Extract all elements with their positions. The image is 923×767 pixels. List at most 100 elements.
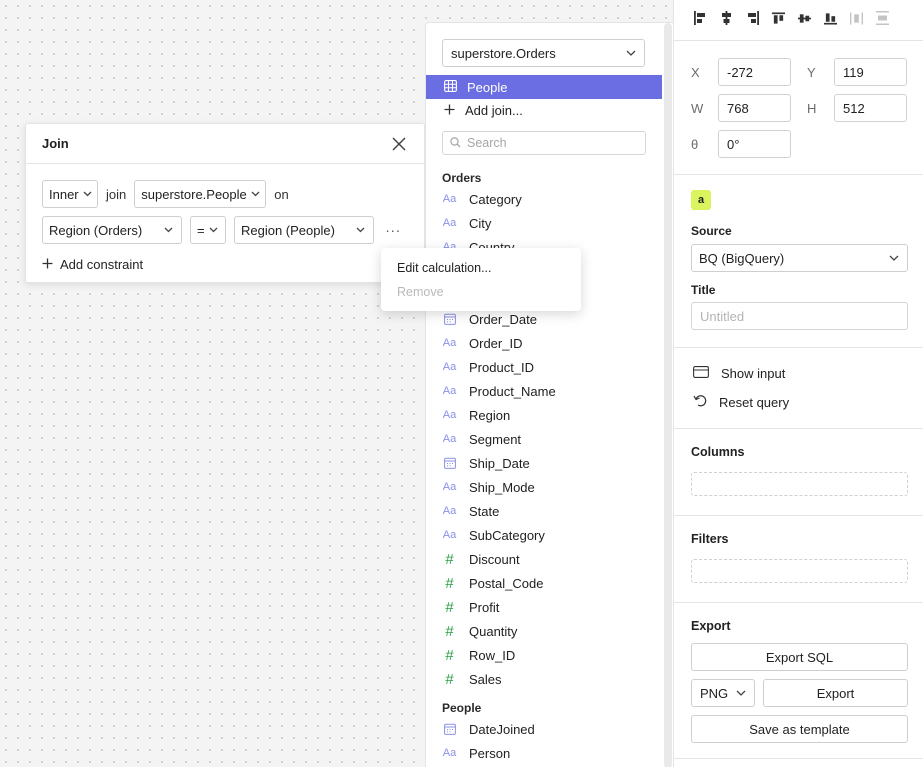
align-left-icon[interactable] (694, 10, 707, 26)
operator-value: = (197, 222, 205, 238)
export-sql-button[interactable]: Export SQL (691, 643, 908, 671)
text-type-icon: Aa (442, 433, 457, 445)
columns-drop-zone[interactable] (691, 472, 908, 496)
filters-drop-zone[interactable] (691, 559, 908, 583)
filters-title: Filters (691, 532, 729, 546)
divider (674, 515, 923, 516)
on-word: on (274, 186, 289, 202)
field-item[interactable]: # Profit (442, 595, 499, 619)
title-input[interactable]: Untitled (691, 302, 908, 330)
field-item[interactable]: Aa State (442, 499, 500, 523)
field-item[interactable]: Aa Person (442, 741, 510, 765)
chevron-down-icon (355, 225, 365, 235)
field-item[interactable]: DateJoined (442, 717, 535, 741)
table-select[interactable]: superstore.Orders (442, 39, 645, 67)
field-item[interactable]: # Discount (442, 547, 519, 571)
export-button[interactable]: Export (763, 679, 908, 707)
left-field-value: Region (Orders) (49, 222, 143, 238)
x-input[interactable]: -272 (718, 58, 791, 86)
field-item[interactable]: Aa City (442, 211, 492, 235)
add-join-button[interactable]: Add join... (444, 103, 523, 118)
rotation-label: θ (691, 137, 699, 152)
right-field-select[interactable]: Region (People) (234, 216, 374, 244)
chevron-down-icon (83, 189, 92, 199)
field-item[interactable]: Aa Segment (442, 427, 521, 451)
field-item[interactable]: Ship_Date (442, 451, 530, 475)
title-label: Title (691, 283, 716, 297)
field-name: State (469, 503, 500, 519)
add-constraint-label: Add constraint (60, 257, 144, 272)
field-name: Product_Name (469, 383, 556, 399)
join-type-row: Inner join superstore.People on (42, 180, 289, 208)
align-middle-vertical-icon[interactable] (798, 10, 811, 26)
field-item[interactable]: Aa Ship_Mode (442, 475, 535, 499)
field-name: Product_ID (469, 359, 535, 375)
join-type-select[interactable]: Inner (42, 180, 98, 208)
format-value: PNG (700, 685, 729, 701)
field-item[interactable]: # Postal_Code (442, 571, 543, 595)
align-top-icon[interactable] (772, 10, 785, 26)
divider (674, 602, 923, 603)
field-item[interactable]: # Row_ID (442, 643, 515, 667)
y-input[interactable]: 119 (834, 58, 907, 86)
table-select-value: superstore.Orders (451, 45, 556, 61)
w-label: W (691, 101, 704, 116)
h-label: H (807, 101, 817, 116)
format-select[interactable]: PNG (691, 679, 755, 707)
joined-table-people[interactable]: People (426, 75, 662, 99)
menu-item-remove: Remove (397, 285, 444, 299)
right-field-value: Region (People) (241, 222, 335, 238)
field-search-input[interactable]: Search (442, 131, 646, 155)
chevron-down-icon (163, 225, 173, 235)
align-right-icon[interactable] (746, 10, 759, 26)
field-name: Ship_Date (469, 455, 530, 471)
input-box-icon (693, 366, 709, 381)
source-select[interactable]: BQ (BigQuery) (691, 244, 908, 272)
field-item[interactable]: Aa Product_Name (442, 379, 556, 403)
text-type-icon: Aa (442, 409, 457, 421)
text-type-icon: Aa (442, 481, 457, 493)
add-join-label: Add join... (465, 103, 523, 118)
field-name: Postal_Code (469, 575, 544, 591)
width-input[interactable]: 768 (718, 94, 791, 122)
target-table-select[interactable]: superstore.People (134, 180, 267, 208)
show-input-label: Show input (721, 366, 786, 381)
number-type-icon: # (445, 598, 454, 616)
calendar-icon (442, 723, 457, 735)
source-label: Source (691, 224, 732, 238)
save-as-template-button[interactable]: Save as template (691, 715, 908, 743)
join-panel-title: Join (42, 136, 69, 151)
more-options-button[interactable]: ··· (382, 222, 404, 238)
target-table-value: superstore.People (141, 186, 247, 202)
field-name: SubCategory (469, 527, 545, 543)
text-type-icon: Aa (442, 505, 457, 517)
text-type-icon: Aa (442, 385, 457, 397)
field-item[interactable]: Aa Category (442, 187, 522, 211)
field-item[interactable]: # Sales (442, 667, 501, 691)
field-item[interactable]: Aa Product_ID (442, 355, 534, 379)
align-bottom-icon[interactable] (824, 10, 837, 26)
close-icon[interactable] (390, 135, 408, 153)
rotation-input[interactable]: 0° (718, 130, 791, 158)
plus-icon (444, 103, 455, 118)
reset-query-button[interactable]: Reset query (693, 394, 789, 410)
joined-table-label: People (467, 79, 508, 95)
show-input-button[interactable]: Show input (693, 366, 785, 381)
add-constraint-button[interactable]: Add constraint (42, 257, 143, 272)
field-item[interactable]: Aa SubCategory (442, 523, 545, 547)
operator-select[interactable]: = (190, 216, 226, 244)
join-condition-row: Region (Orders) = Region (People) ··· (42, 216, 404, 244)
field-item[interactable]: Aa Order_ID (442, 331, 523, 355)
source-value: BQ (BigQuery) (699, 250, 785, 266)
left-field-select[interactable]: Region (Orders) (42, 216, 182, 244)
field-name: Region (469, 407, 511, 423)
divider (674, 428, 923, 429)
field-item[interactable]: Aa Region (442, 403, 510, 427)
height-input[interactable]: 512 (834, 94, 907, 122)
align-center-horizontal-icon[interactable] (720, 10, 733, 26)
field-item[interactable]: # Quantity (442, 619, 517, 643)
scrollbar[interactable] (664, 23, 672, 767)
y-label: Y (807, 65, 816, 80)
field-name: Ship_Mode (469, 479, 535, 495)
menu-item-edit-calculation[interactable]: Edit calculation... (397, 261, 492, 275)
